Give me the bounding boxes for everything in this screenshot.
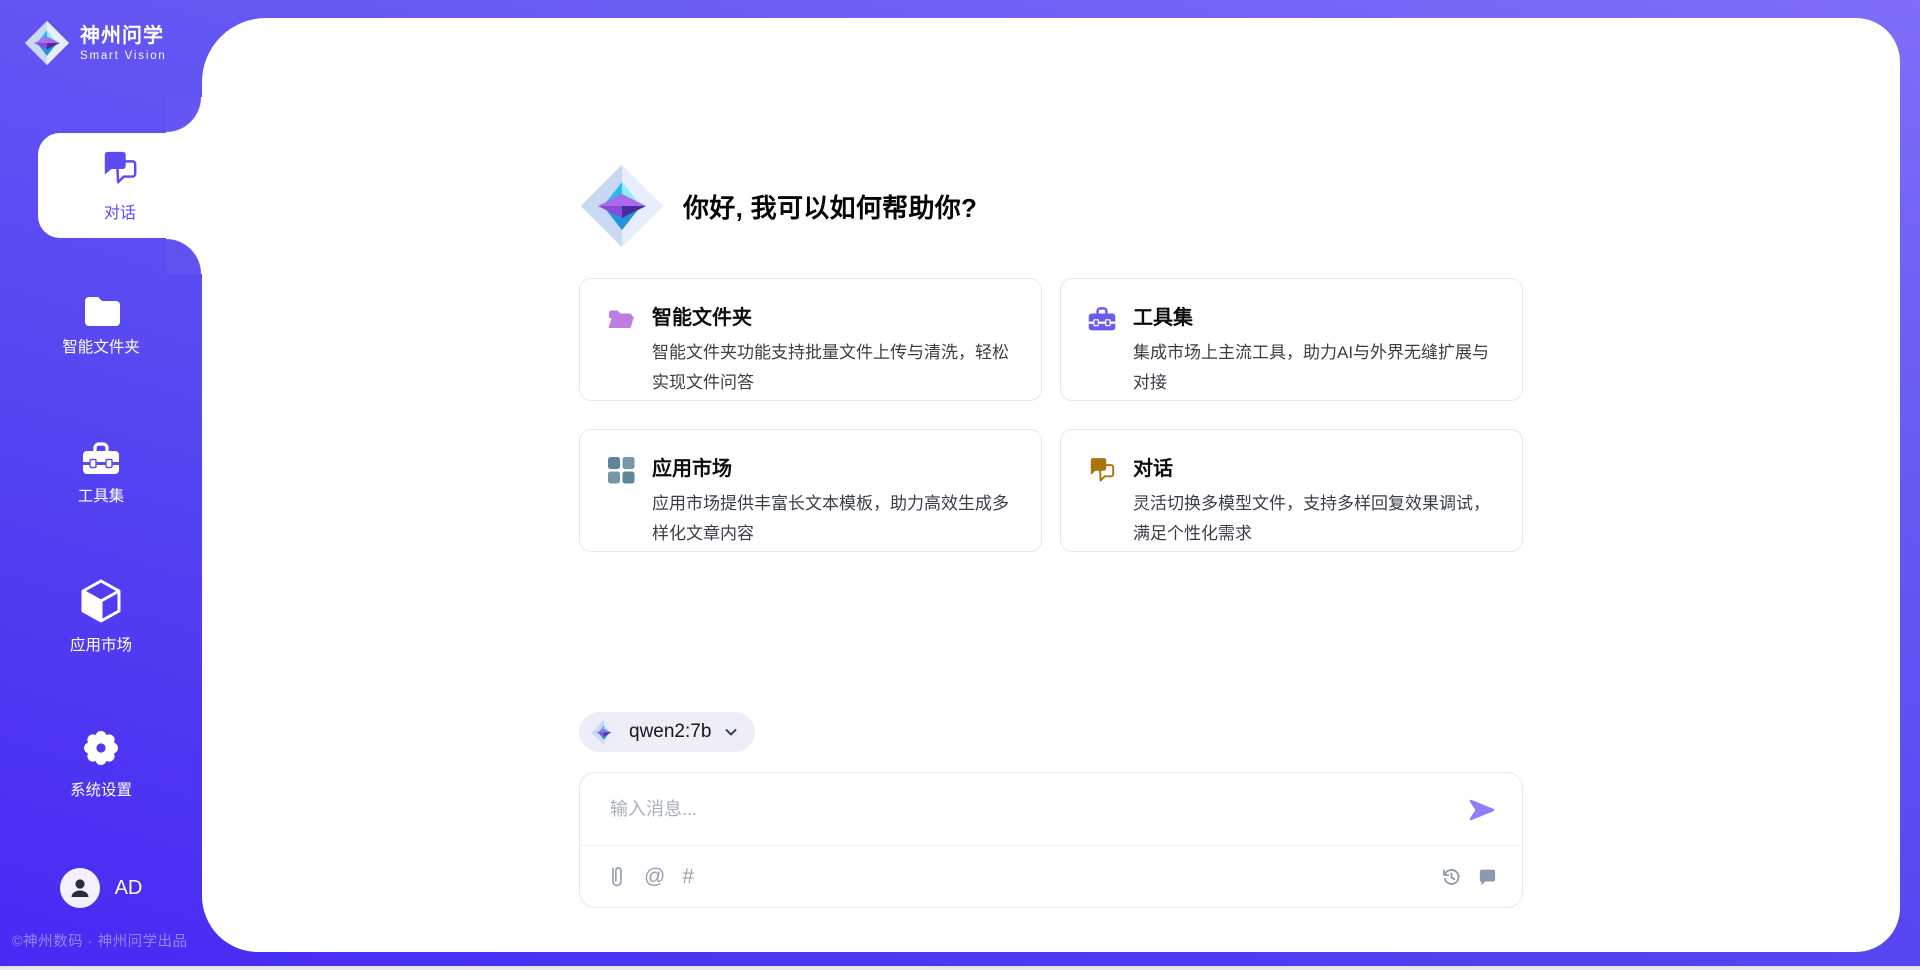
- attach-button[interactable]: [607, 865, 627, 889]
- sidebar-item-app-market[interactable]: 应用市场: [0, 578, 202, 655]
- greeting: 你好, 我可以如何帮助你?: [579, 162, 1523, 250]
- model-logo-icon: [591, 719, 617, 746]
- sidebar-item-label: 工具集: [78, 484, 125, 506]
- send-arrow-icon: [1467, 795, 1497, 825]
- sidebar-item-chat[interactable]: 对话: [38, 133, 202, 238]
- user-initials: AD: [115, 877, 143, 900]
- grid-icon: [607, 456, 635, 484]
- main-panel: 你好, 我可以如何帮助你? 智能文件夹 智能文件夹功能支持批量文件上传与清洗，轻…: [202, 18, 1900, 952]
- card-title: 对话: [1133, 455, 1500, 483]
- message-input[interactable]: [608, 787, 1442, 831]
- hash-icon[interactable]: #: [682, 866, 694, 887]
- toolbox-icon: [1088, 305, 1116, 333]
- card-chat[interactable]: 对话 灵活切换多模型文件，支持多样回复效果调试，满足个性化需求: [1060, 429, 1523, 552]
- toolbox-icon: [82, 441, 120, 476]
- composer: @ #: [579, 772, 1523, 908]
- card-app-market[interactable]: 应用市场 应用市场提供丰富长文本模板，助力高效生成多样化文章内容: [579, 429, 1042, 552]
- card-desc: 智能文件夹功能支持批量文件上传与清洗，轻松实现文件问答: [652, 338, 1019, 398]
- card-smart-folder[interactable]: 智能文件夹 智能文件夹功能支持批量文件上传与清洗，轻松实现文件问答: [579, 278, 1042, 401]
- sidebar: 神州问学 Smart Vision 对话 智能文件夹: [0, 0, 202, 970]
- open-folder-icon: [607, 305, 635, 333]
- sidebar-item-settings[interactable]: 系统设置: [0, 726, 202, 800]
- model-name: qwen2:7b: [629, 721, 711, 743]
- brand: 神州问学 Smart Vision: [24, 18, 167, 68]
- card-title: 应用市场: [652, 455, 1019, 483]
- history-icon: [1440, 866, 1462, 888]
- sidebar-item-smart-folder[interactable]: 智能文件夹: [0, 296, 202, 357]
- greeting-text: 你好, 我可以如何帮助你?: [683, 188, 977, 225]
- brand-title: 神州问学: [80, 25, 167, 48]
- sidebar-item-label: 应用市场: [70, 633, 132, 655]
- card-title: 智能文件夹: [652, 304, 1019, 332]
- cube-icon: [79, 578, 123, 625]
- card-desc: 集成市场上主流工具，助力AI与外界无缝扩展与对接: [1133, 338, 1500, 398]
- sidebar-item-label: 对话: [104, 199, 136, 223]
- chat-bubbles-icon: [1088, 456, 1116, 484]
- brand-logo-icon: [24, 18, 70, 68]
- sidebar-footer: ©神州数码 · 神州问学出品: [12, 930, 188, 951]
- comment-icon: [1477, 866, 1498, 887]
- history-button[interactable]: [1440, 866, 1462, 888]
- chat-bubbles-icon: [101, 149, 139, 192]
- folder-icon: [83, 296, 120, 327]
- brand-subtitle: Smart Vision: [80, 50, 167, 62]
- gear-icon: [79, 726, 123, 770]
- sidebar-item-toolset[interactable]: 工具集: [0, 441, 202, 506]
- composer-toolbar: @ #: [607, 846, 1498, 907]
- user-profile[interactable]: AD: [0, 868, 202, 908]
- card-desc: 灵活切换多模型文件，支持多样回复效果调试，满足个性化需求: [1133, 489, 1500, 549]
- card-title: 工具集: [1133, 304, 1500, 332]
- send-button[interactable]: [1466, 795, 1498, 827]
- person-icon: [67, 875, 93, 901]
- window-bottom-edge: [0, 966, 1920, 970]
- avatar: [60, 868, 100, 908]
- brand-text: 神州问学 Smart Vision: [80, 25, 167, 62]
- at-sign-icon[interactable]: @: [644, 866, 665, 887]
- comment-button[interactable]: [1477, 866, 1498, 887]
- feature-cards: 智能文件夹 智能文件夹功能支持批量文件上传与清洗，轻松实现文件问答 工: [579, 278, 1523, 552]
- model-selector[interactable]: qwen2:7b: [579, 712, 755, 752]
- chevron-down-icon: [723, 724, 739, 740]
- sidebar-item-label: 系统设置: [70, 778, 132, 800]
- card-desc: 应用市场提供丰富长文本模板，助力高效生成多样化文章内容: [652, 489, 1019, 549]
- card-toolset[interactable]: 工具集 集成市场上主流工具，助力AI与外界无缝扩展与对接: [1060, 278, 1523, 401]
- assistant-logo-icon: [579, 162, 665, 250]
- paperclip-icon: [607, 865, 627, 889]
- sidebar-item-label: 智能文件夹: [62, 335, 140, 357]
